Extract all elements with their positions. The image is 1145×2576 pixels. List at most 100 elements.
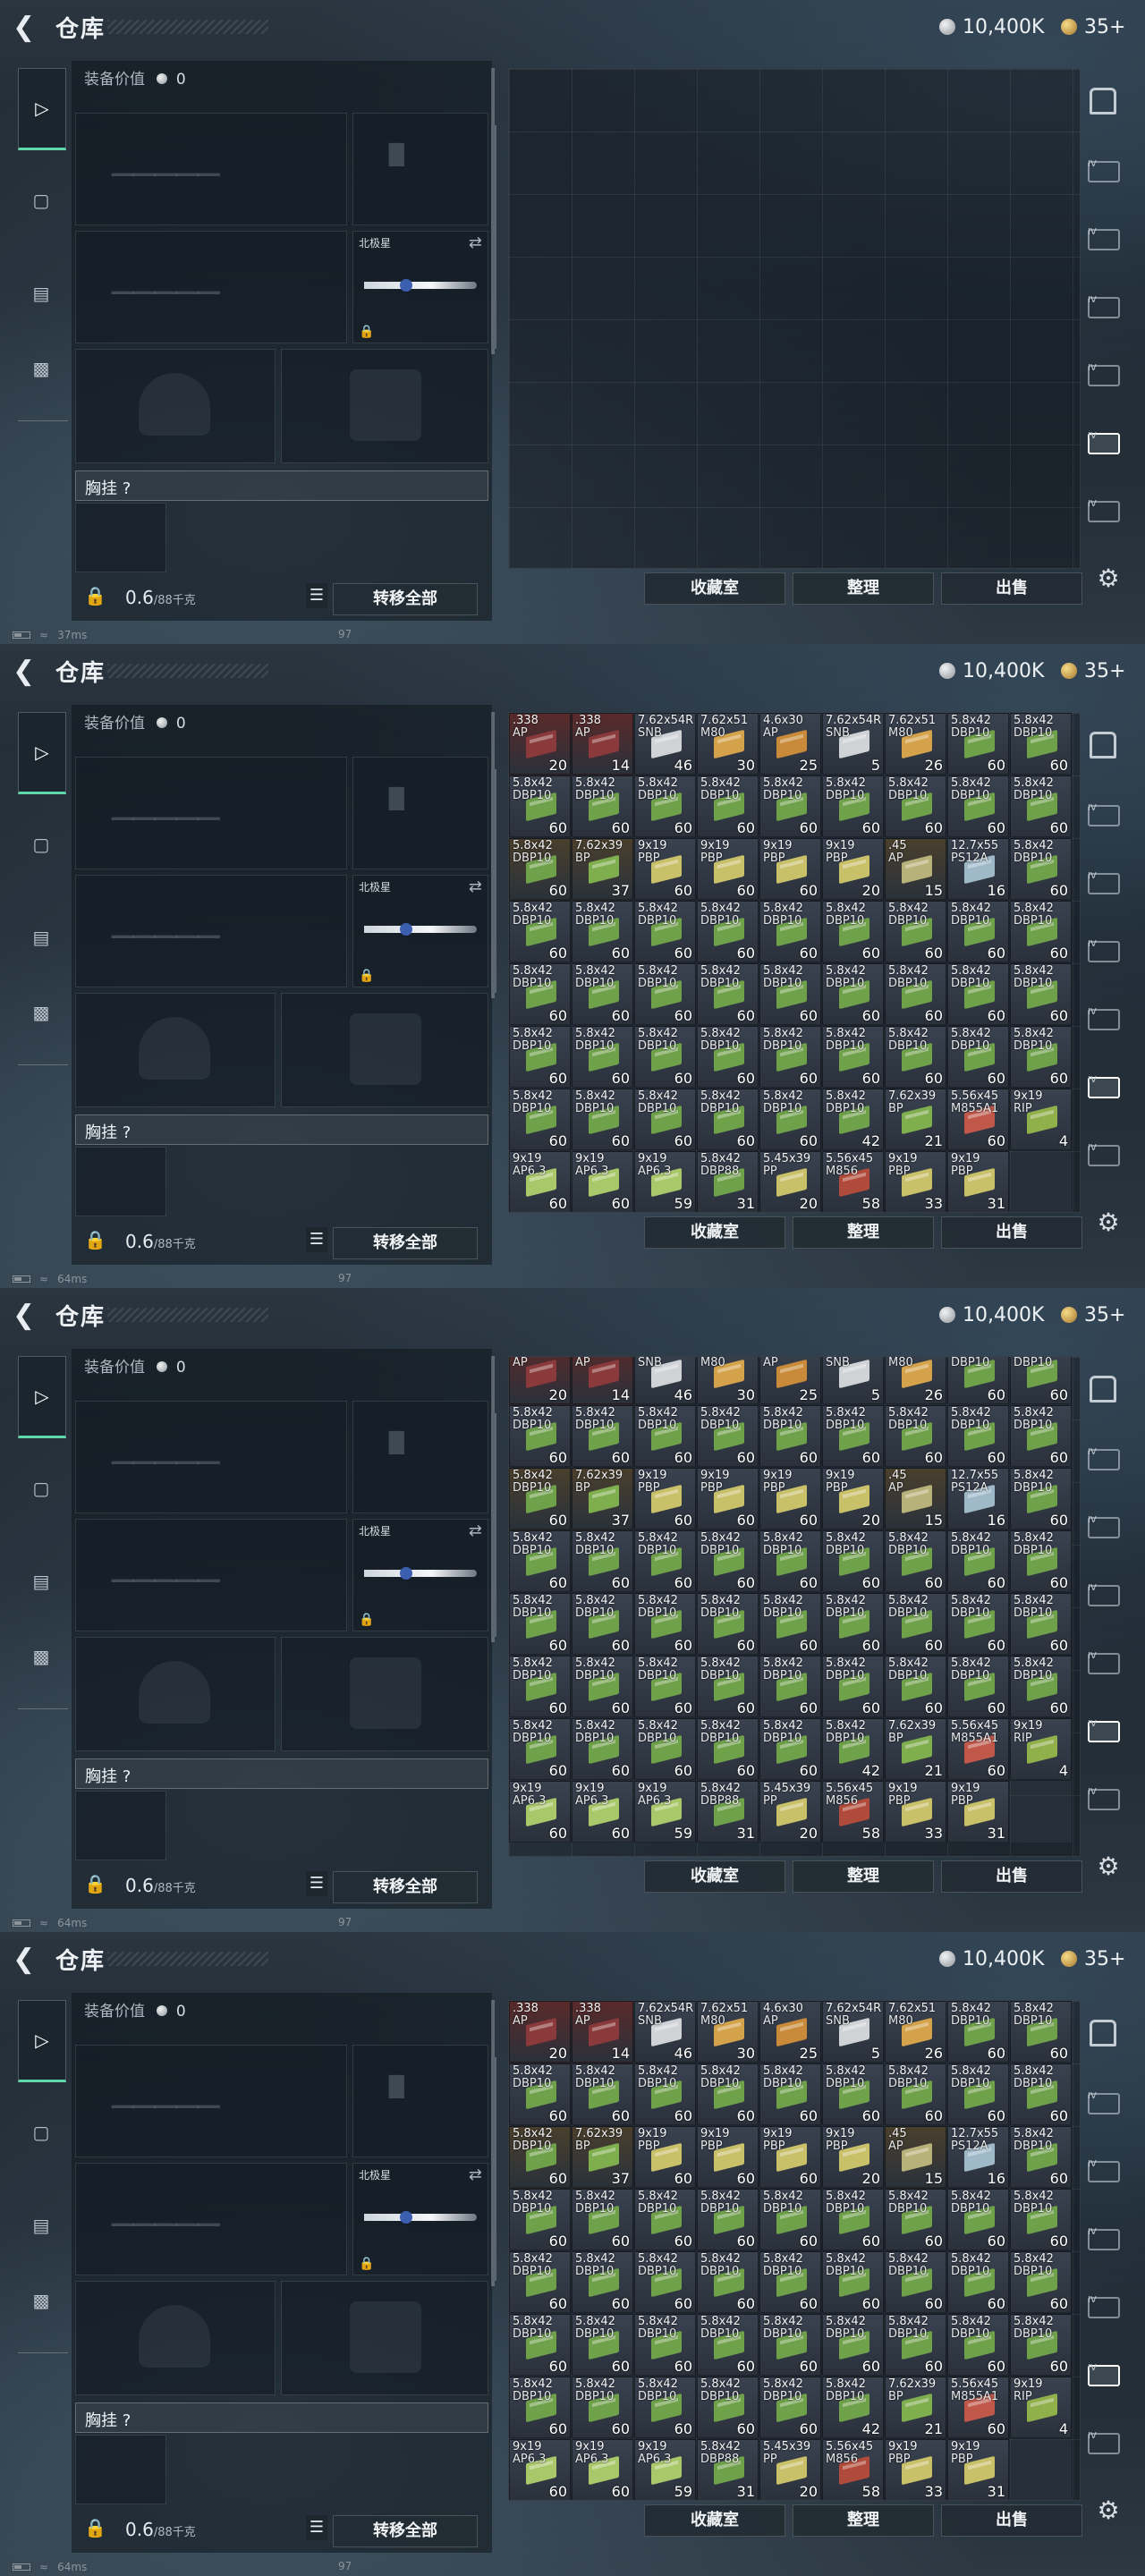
ammo-item-cell[interactable]: 9x19 RIP 4 bbox=[1010, 1089, 1072, 1150]
container-tab-6[interactable]: IV bbox=[1086, 1782, 1125, 1818]
ammo-item-cell[interactable]: 5.8x42DBP1060 bbox=[509, 1656, 571, 1717]
ammo-item-cell[interactable]: 5.8x42DBP1060 bbox=[759, 963, 821, 1025]
ammo-item-cell[interactable]: 4.6x30AP25 bbox=[759, 2001, 821, 2063]
ammo-item-cell[interactable]: 7.62x54RSNB5 bbox=[822, 2001, 884, 2063]
ammo-item-cell[interactable]: 5.8x42DBP1060 bbox=[697, 901, 759, 962]
ammo-item-cell[interactable]: 7.62x54RSNB46 bbox=[634, 2001, 696, 2063]
container-tab-4[interactable]: IV bbox=[1086, 2290, 1125, 2326]
ammo-item-cell[interactable]: 5.8x42DBP1060 bbox=[634, 1593, 696, 1655]
warehouse-tab[interactable] bbox=[1086, 2018, 1125, 2054]
container-tab-4[interactable]: IV bbox=[1086, 358, 1125, 394]
pistol-slot[interactable]: ▘ bbox=[352, 1401, 488, 1513]
ammo-item-cell[interactable]: 5.8x42DBP1060 bbox=[509, 901, 571, 962]
ammo-item-cell[interactable]: .45 AP 15 bbox=[885, 1468, 946, 1530]
ammo-item-cell[interactable]: 5.8x42DBP1060 bbox=[759, 2314, 821, 2376]
ammo-item-cell[interactable]: 5.8x42DBP1060 bbox=[759, 2377, 821, 2438]
list-icon[interactable]: ☰ bbox=[306, 1871, 327, 1896]
ammo-item-cell[interactable]: 5.8x42 DBP88 31 bbox=[697, 1151, 759, 1212]
ammo-item-cell[interactable]: 5.8x42DBP1060 bbox=[1010, 2126, 1072, 2188]
ammo-item-cell[interactable]: 4.6x30AP25 bbox=[759, 1357, 821, 1404]
ammo-item-cell[interactable]: 5.8x42DBP1060 bbox=[697, 1026, 759, 1088]
ammo-item-cell[interactable]: 9x19 PBP 60 bbox=[697, 1468, 759, 1530]
ammo-item-cell[interactable]: 5.8x42DBP1060 bbox=[509, 2126, 571, 2188]
ammo-item-cell[interactable]: 5.8x42DBP1060 bbox=[572, 1026, 633, 1088]
ammo-item-cell[interactable]: 5.8x42DBP1060 bbox=[634, 1530, 696, 1592]
gear-icon[interactable]: ⚙ bbox=[1095, 1853, 1122, 1880]
ammo-item-cell[interactable]: 5.8x42DBP1060 bbox=[759, 1089, 821, 1150]
ammo-item-cell[interactable]: 5.8x42DBP1060 bbox=[947, 1405, 1009, 1467]
helmet-slot[interactable] bbox=[75, 1637, 276, 1751]
back-arrow-icon[interactable]: ❮ bbox=[13, 1301, 43, 1331]
sort-button[interactable]: 整理 bbox=[793, 1860, 934, 1893]
ammo-item-cell[interactable]: 5.8x42DBP1060 bbox=[759, 1530, 821, 1592]
ammo-item-cell[interactable]: 9x19 PBP 31 bbox=[947, 1151, 1009, 1212]
ammo-item-cell[interactable]: 5.8x42DBP1060 bbox=[759, 1026, 821, 1088]
ammo-item-cell[interactable]: 5.8x42DBP1060 bbox=[572, 963, 633, 1025]
chest-rig-slot[interactable] bbox=[75, 1147, 166, 1216]
ammo-item-cell[interactable]: 5.8x42DBP1060 bbox=[1010, 1593, 1072, 1655]
primary-weapon-slot[interactable]: ───── bbox=[75, 2045, 347, 2157]
ammo-item-cell[interactable]: 5.8x42DBP1060 bbox=[697, 2314, 759, 2376]
transfer-all-button[interactable]: 转移全部 bbox=[333, 583, 478, 615]
ammo-item-cell[interactable]: 7.62x51M80 30 bbox=[697, 713, 759, 775]
ammo-item-cell[interactable]: 5.8x42DBP1060 bbox=[759, 1718, 821, 1780]
ammo-item-cell[interactable]: 5.8x42DBP1060 bbox=[572, 2189, 633, 2250]
ammo-item-cell[interactable]: .338AP 20 bbox=[509, 2001, 571, 2063]
ammo-item-cell[interactable]: 5.56x45 M856 58 bbox=[822, 2439, 884, 2500]
ammo-item-cell[interactable]: 7.62x39 BP 21 bbox=[885, 2377, 946, 2438]
ammo-item-cell[interactable]: 7.62x51M80 26 bbox=[885, 713, 946, 775]
ammo-item-cell[interactable]: 5.8x42DBP1060 bbox=[509, 2251, 571, 2313]
ammo-item-cell[interactable]: 5.8x42DBP1060 bbox=[572, 2251, 633, 2313]
ammo-item-cell[interactable]: 9x19 AP6.3 59 bbox=[634, 1781, 696, 1843]
warehouse-tab[interactable] bbox=[1086, 86, 1125, 122]
ammo-item-cell[interactable]: 5.8x42DBP1060 bbox=[947, 1357, 1009, 1404]
ammo-item-cell[interactable]: 4.6x30AP25 bbox=[759, 713, 821, 775]
ammo-item-cell[interactable]: 5.45x39 PP 20 bbox=[759, 1781, 821, 1843]
helmet-slot[interactable] bbox=[75, 349, 276, 463]
ammo-item-cell[interactable]: 5.8x42DBP1060 bbox=[822, 901, 884, 962]
helmet-slot[interactable] bbox=[75, 2281, 276, 2395]
ammo-item-cell[interactable]: 5.8x42DBP1060 bbox=[1010, 963, 1072, 1025]
ammo-item-cell[interactable]: 5.8x42DBP1060 bbox=[572, 1530, 633, 1592]
ammo-item-cell[interactable]: 5.8x42DBP1060 bbox=[634, 2063, 696, 2125]
ammo-item-cell[interactable]: 7.62x54RSNB46 bbox=[634, 1357, 696, 1404]
ammo-item-cell[interactable]: 7.62x54RSNB5 bbox=[822, 1357, 884, 1404]
ammo-item-cell[interactable]: 5.8x42DBP1060 bbox=[509, 963, 571, 1025]
ammo-item-cell[interactable]: 5.8x42DBP1060 bbox=[509, 2314, 571, 2376]
tab-backpack[interactable]: ▤ bbox=[18, 254, 64, 333]
gold-currency[interactable]: 35+ bbox=[1061, 1302, 1125, 1327]
ammo-item-cell[interactable]: 7.62x39 BP 37 bbox=[572, 1468, 633, 1530]
ammo-item-cell[interactable]: 5.8x42DBP1060 bbox=[1010, 2189, 1072, 2250]
transfer-all-button[interactable]: 转移全部 bbox=[333, 2515, 478, 2547]
ammo-item-cell[interactable]: 5.8x42DBP1060 bbox=[947, 1530, 1009, 1592]
tab-backpack[interactable]: ▤ bbox=[18, 898, 64, 977]
ammo-item-cell[interactable]: 9x19 PBP 31 bbox=[947, 2439, 1009, 2500]
ammo-item-cell[interactable]: 9x19 PBP 20 bbox=[822, 838, 884, 900]
collection-room-button[interactable]: 收藏室 bbox=[644, 1860, 785, 1893]
container-tab-5[interactable]: IV bbox=[1086, 426, 1125, 462]
ammo-item-cell[interactable]: 12.7x55 PS12A 16 bbox=[947, 1468, 1009, 1530]
ammo-item-cell[interactable]: 5.45x39 PP 20 bbox=[759, 2439, 821, 2500]
container-tab-6[interactable]: IV bbox=[1086, 494, 1125, 530]
ammo-item-cell[interactable]: 9x19 PBP 31 bbox=[947, 1781, 1009, 1843]
ammo-item-cell[interactable]: 5.45x39 PP 20 bbox=[759, 1151, 821, 1212]
empty-stash-cell[interactable] bbox=[1010, 1151, 1072, 1212]
ammo-item-cell[interactable]: 5.8x42DBP1060 bbox=[885, 2251, 946, 2313]
body-armor-slot[interactable] bbox=[281, 1637, 488, 1751]
ammo-item-cell[interactable]: 5.8x42DBP1060 bbox=[509, 1530, 571, 1592]
ammo-item-cell[interactable]: 5.8x42DBP1060 bbox=[509, 1026, 571, 1088]
ammo-item-cell[interactable]: 5.8x42DBP1060 bbox=[1010, 1656, 1072, 1717]
pistol-slot[interactable]: ▘ bbox=[352, 757, 488, 869]
transfer-all-button[interactable]: 转移全部 bbox=[333, 1227, 478, 1259]
tab-toolbox[interactable]: ▩ bbox=[18, 973, 64, 1052]
ammo-item-cell[interactable]: 5.56x45 M855A1 60 bbox=[947, 1089, 1009, 1150]
ammo-item-cell[interactable]: 5.8x42DBP1060 bbox=[509, 1089, 571, 1150]
tab-weapons[interactable]: ▷ bbox=[18, 2000, 66, 2082]
ammo-item-cell[interactable]: 5.8x42DBP1060 bbox=[822, 963, 884, 1025]
ammo-item-cell[interactable]: 7.62x39 BP 21 bbox=[885, 1718, 946, 1780]
ammo-item-cell[interactable]: 9x19 PBP 60 bbox=[634, 1468, 696, 1530]
ammo-item-cell[interactable]: 5.8x42DBP1060 bbox=[1010, 1530, 1072, 1592]
ammo-item-cell[interactable]: 5.8x42DBP1060 bbox=[1010, 1468, 1072, 1530]
ammo-item-cell[interactable]: 5.8x42DBP1060 bbox=[697, 1718, 759, 1780]
ammo-item-cell[interactable]: 5.56x45 M855A1 60 bbox=[947, 2377, 1009, 2438]
